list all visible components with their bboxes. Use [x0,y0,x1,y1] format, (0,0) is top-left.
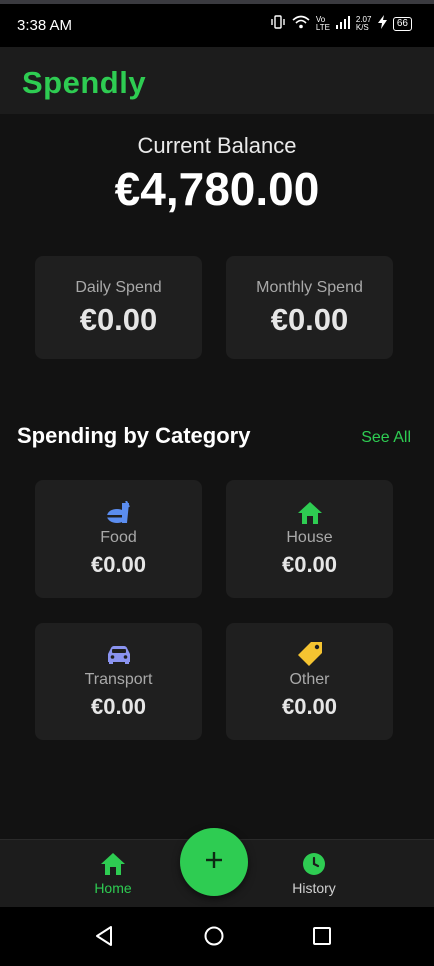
category-name: Transport [84,671,153,688]
status-time: 3:38 AM [17,17,73,34]
back-icon[interactable] [94,925,114,952]
nav-home[interactable]: Home [73,852,153,896]
car-icon [35,645,202,665]
category-amount: €0.00 [281,552,338,577]
home-circle-icon[interactable] [203,925,225,952]
category-amount: €0.00 [90,552,147,577]
nav-home-label: Home [94,880,132,896]
recents-icon[interactable] [312,925,332,952]
status-bar: 3:38 AM Vo LTE 2.07 K/S 66 [0,4,434,47]
category-name: Food [100,529,137,546]
category-amount: €0.00 [281,694,338,719]
nav-history-label: History [292,880,336,896]
network-speed: 2.07 K/S [355,14,372,32]
tag-icon [226,641,393,667]
status-icons: Vo LTE 2.07 K/S 66 [270,15,412,32]
category-name: House [286,529,333,546]
battery-indicator: 66 [392,16,412,31]
category-card-house[interactable]: House €0.00 [226,480,393,598]
volte-label: Vo LTE [315,14,330,32]
balance-label: Current Balance [137,133,297,158]
category-card-other[interactable]: Other €0.00 [226,623,393,740]
category-name: Other [289,671,330,688]
category-amount: €0.00 [90,694,147,719]
wifi-icon [292,15,310,32]
category-card-transport[interactable]: Transport €0.00 [35,623,202,740]
daily-spend-value: €0.00 [79,302,158,337]
app-screen: 3:38 AM Vo LTE 2.07 K/S 66 Spendly Curre… [0,0,434,966]
daily-spend-card[interactable]: Daily Spend €0.00 [35,256,202,359]
add-expense-button[interactable] [180,828,248,896]
app-bar: Spendly [0,47,434,114]
nav-history[interactable]: History [274,852,354,896]
category-card-food[interactable]: Food €0.00 [35,480,202,598]
see-all-link[interactable]: See All [361,429,411,447]
vibrate-icon [270,15,286,32]
monthly-spend-card[interactable]: Monthly Spend €0.00 [226,256,393,359]
monthly-spend-label: Monthly Spend [256,279,363,296]
charging-icon [377,15,387,32]
home-icon [73,852,153,876]
history-icon [274,852,354,876]
daily-spend-label: Daily Spend [75,279,162,296]
section-title: Spending by Category [17,423,251,448]
house-icon [226,501,393,525]
balance-value: €4,780.00 [114,163,320,215]
app-logo: Spendly [22,65,147,100]
monthly-spend-value: €0.00 [270,302,349,337]
food-icon [35,501,202,525]
system-nav-bar [0,907,434,966]
plus-icon [204,850,224,875]
signal-icon [335,15,350,32]
